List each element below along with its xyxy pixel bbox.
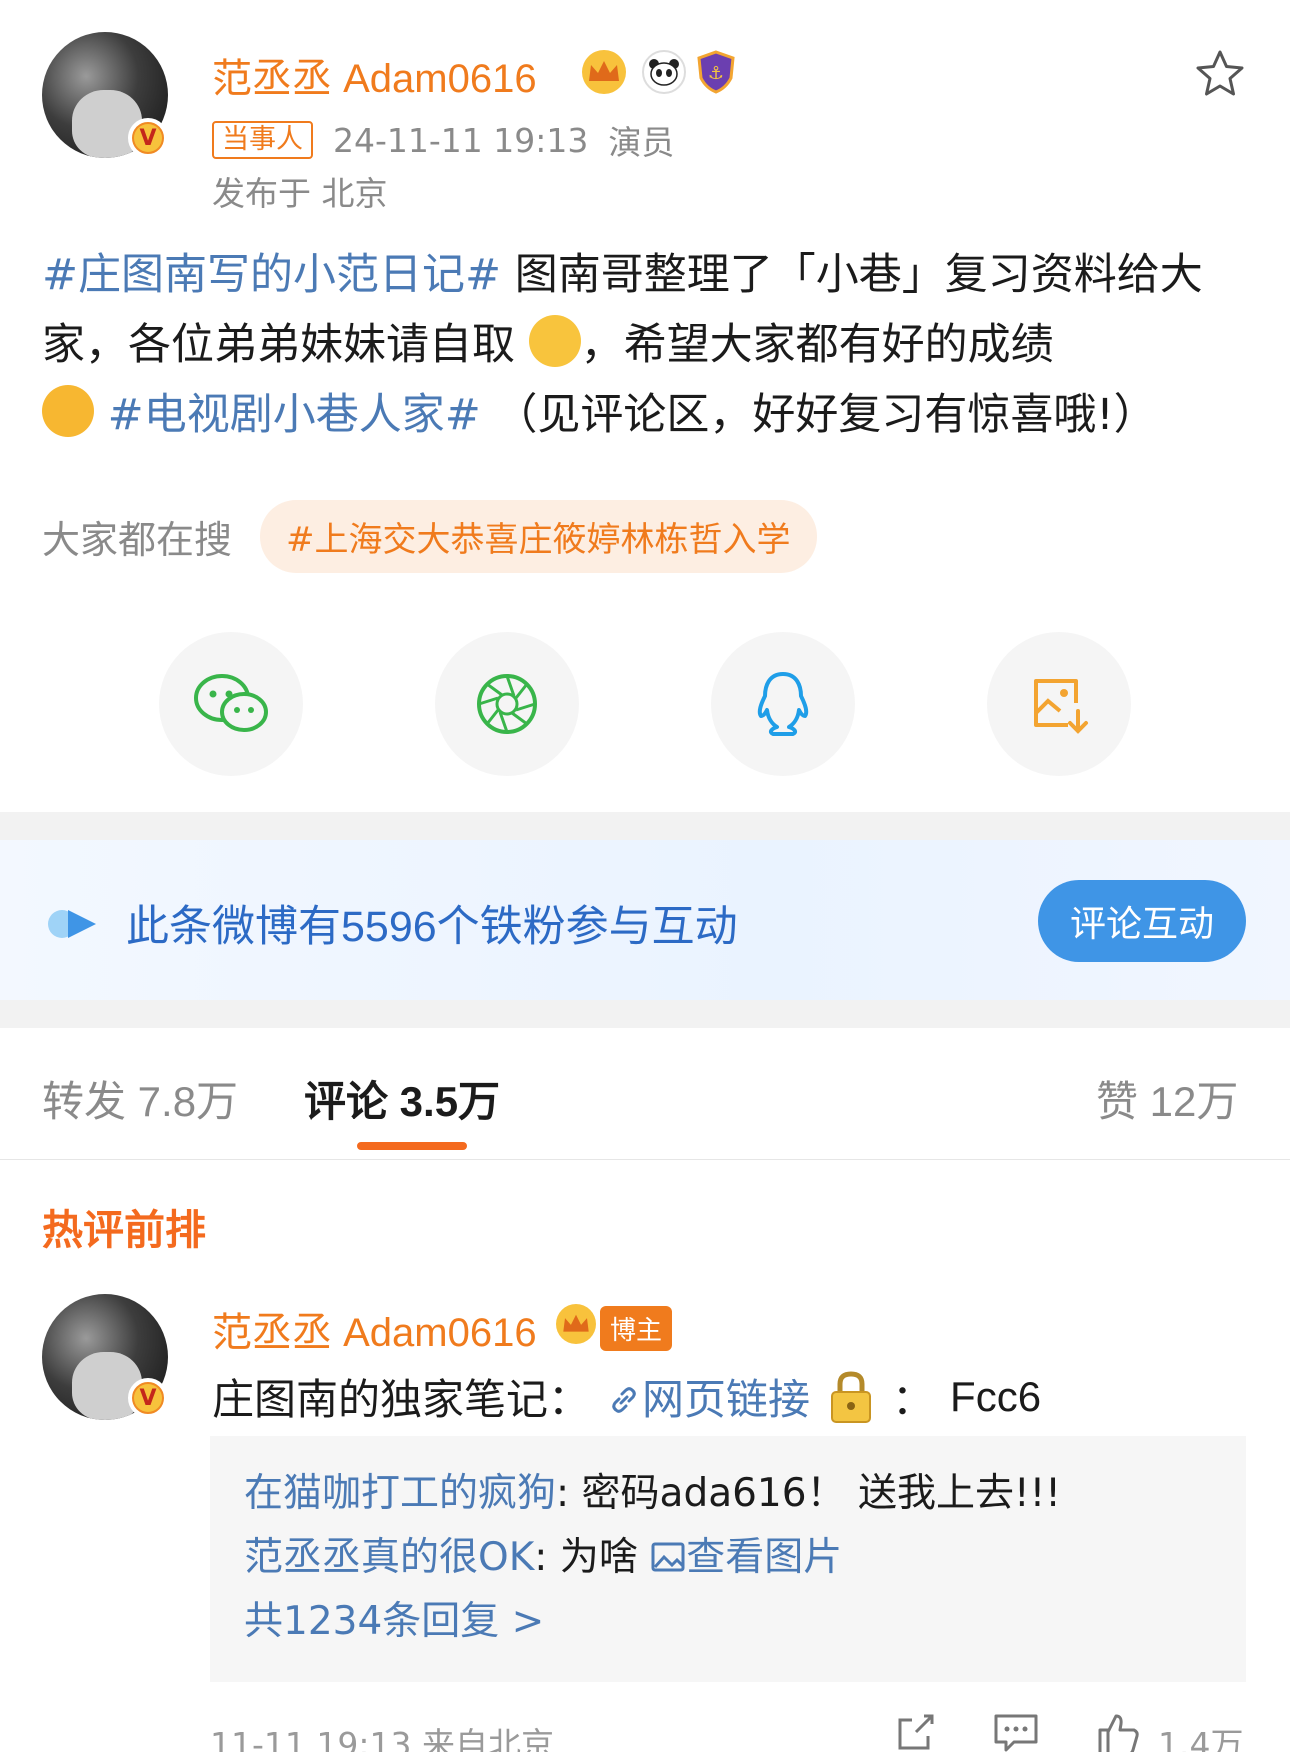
reply-item: 在猫咖打工的疯狗: 密码ada616！ 送我上去!!! — [244, 1462, 1061, 1518]
reply-text: : 为啥 — [534, 1535, 651, 1580]
topic-link[interactable]: #庄图南写的小范日记# — [42, 250, 501, 300]
comment-footer: 11-11 19:13 来自北京 — [210, 1725, 554, 1752]
author-name[interactable]: 范丞丞 Adam0616 — [212, 46, 537, 104]
post-text: #庄图南写的小范日记# 图南哥整理了「小巷」复习资料给大家，各位弟弟妹妹请自取 … — [42, 240, 1252, 450]
hot-comments-title: 热评前排 — [42, 1206, 206, 1254]
replies-box[interactable]: 在猫咖打工的疯狗: 密码ada616！ 送我上去!!! 范丞丞真的很OK: 为啥… — [210, 1436, 1246, 1682]
shield-badge-icon[interactable]: ⚓ — [694, 50, 738, 94]
post-tabs: 转发 7.8万 评论 3.5万 赞 12万 — [0, 1030, 1290, 1160]
post-meta: 当事人 24-11-11 19:13 演员 — [212, 116, 674, 164]
lock-icon — [831, 1370, 872, 1423]
reply-text: : 密码ada616！ 送我上去!!! — [556, 1471, 1061, 1516]
trending-label: 大家都在搜 — [42, 518, 233, 562]
comment-like-count: 1.4万 — [1158, 1725, 1244, 1752]
fans-icon — [48, 910, 96, 938]
comment-text: 庄图南的独家笔记： 网页链接 ： Fcc6 — [212, 1366, 1041, 1427]
moments-icon — [477, 674, 537, 734]
post-datetime: 24-11-11 19:13 — [333, 120, 589, 160]
reply-item: 范丞丞真的很OK: 为啥 查看图片 — [244, 1526, 842, 1582]
author-role: 演员 — [608, 123, 675, 162]
save-image-button[interactable] — [987, 632, 1131, 776]
verified-badge-icon: V — [128, 1378, 168, 1418]
share-qq-button[interactable] — [711, 632, 855, 776]
verified-badge-icon: V — [128, 118, 168, 158]
crown-badge-icon[interactable] — [582, 50, 626, 94]
panda-badge-icon[interactable] — [642, 50, 686, 94]
post-text-part: （见评论区，好好复习有惊喜哦!） — [480, 390, 1157, 440]
crown-badge-icon — [556, 1304, 596, 1344]
share-row — [0, 632, 1290, 777]
password-separator: ： — [892, 1375, 935, 1424]
view-image-link[interactable]: 查看图片 — [650, 1535, 842, 1580]
topic-link[interactable]: #电视剧小巷人家# — [108, 390, 481, 440]
svg-text:⚓: ⚓ — [708, 63, 724, 84]
save-image-icon — [1034, 679, 1088, 734]
image-icon — [651, 1542, 685, 1572]
post-location: 发布于 北京 — [212, 174, 388, 213]
share-icon[interactable] — [894, 1710, 938, 1752]
reply-author[interactable]: 范丞丞真的很OK — [244, 1535, 534, 1580]
password-text: Fcc6 — [950, 1372, 1042, 1420]
link-icon — [612, 1387, 636, 1413]
qq-icon — [757, 672, 809, 736]
commenter-name[interactable]: 范丞丞 Adam0616 — [212, 1300, 537, 1358]
divider — [0, 812, 1290, 840]
blogger-tag: 博主 — [600, 1306, 673, 1351]
share-wechat-button[interactable] — [159, 632, 303, 776]
like-icon[interactable] — [1094, 1710, 1142, 1752]
wechat-icon — [194, 674, 268, 732]
star-icon[interactable] — [1194, 48, 1246, 100]
grin-emoji-icon — [42, 385, 94, 437]
web-link-label: 网页链接 — [642, 1375, 811, 1424]
post-header: V 范丞丞 Adam0616 ⚓ 当事人 24-11-11 19:13 演员 发… — [0, 0, 1290, 213]
post-text-part: ，希望大家都有好的成绩 — [580, 320, 1054, 370]
party-tag: 当事人 — [212, 121, 313, 159]
tab-comment[interactable]: 评论 3.5万 — [304, 1068, 500, 1129]
trending-topic-pill[interactable]: #上海交大恭喜庄筱婷林栋哲入学 — [260, 500, 817, 573]
ok-hand-emoji-icon — [528, 315, 581, 367]
view-image-label: 查看图片 — [686, 1535, 843, 1580]
fans-interaction-banner[interactable]: 此条微博有5596个铁粉参与互动 评论互动 — [0, 840, 1290, 1000]
share-moments-button[interactable] — [435, 632, 579, 776]
divider — [0, 1000, 1290, 1028]
reply-author[interactable]: 在猫咖打工的疯狗 — [244, 1471, 556, 1516]
active-tab-indicator — [357, 1142, 467, 1150]
web-link[interactable]: 网页链接 — [606, 1366, 810, 1427]
tab-repost[interactable]: 转发 7.8万 — [42, 1068, 238, 1129]
trending-search-row: 大家都在搜 #上海交大恭喜庄筱婷林栋哲入学 — [42, 500, 817, 573]
more-replies-link[interactable]: 共1234条回复 > — [244, 1590, 544, 1646]
comment-text-prefix: 庄图南的独家笔记： — [212, 1375, 591, 1424]
comment-interact-button[interactable]: 评论互动 — [1038, 880, 1246, 962]
tab-like[interactable]: 赞 12万 — [1096, 1068, 1238, 1129]
comment-icon[interactable] — [992, 1710, 1040, 1752]
fans-count-text: 此条微博有5596个铁粉参与互动 — [126, 903, 738, 951]
